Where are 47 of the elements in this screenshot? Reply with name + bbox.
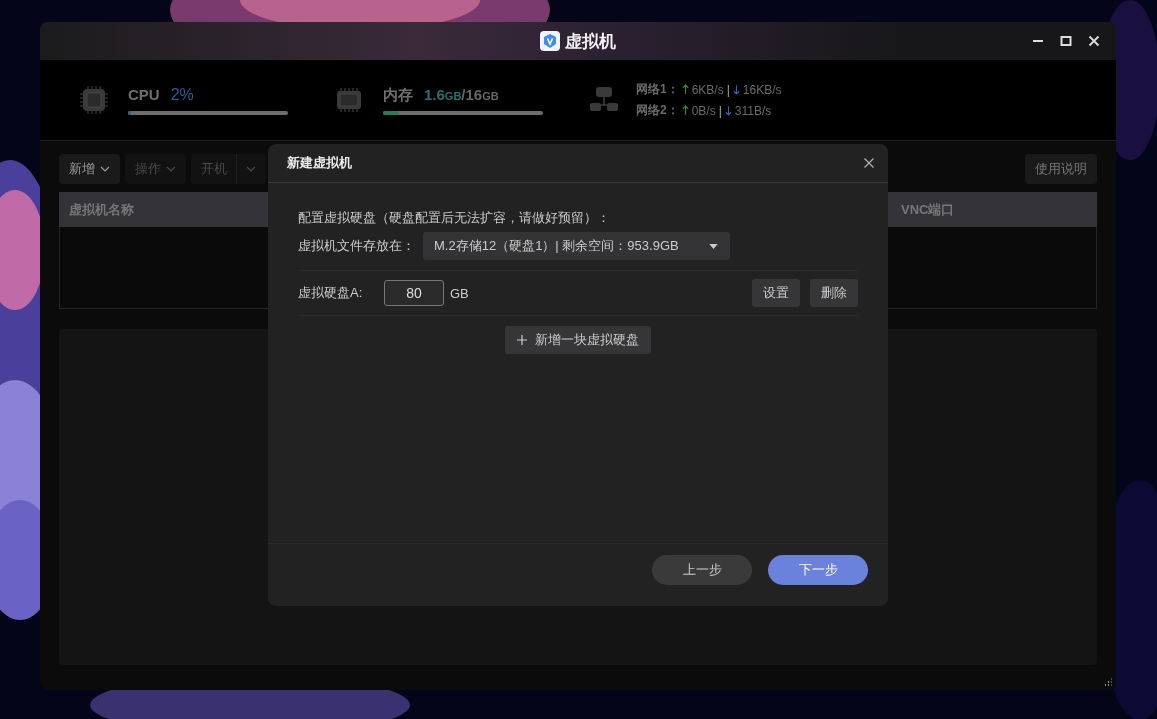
upload-rate: 6KB/s xyxy=(691,82,724,97)
disk-size-field[interactable]: 80 xyxy=(384,280,444,306)
download-arrow-icon xyxy=(732,84,740,95)
upload-arrow-icon xyxy=(681,84,689,95)
memory-slash: / xyxy=(461,85,466,103)
caret-icon xyxy=(100,166,110,172)
column-header: 虚拟机名称 xyxy=(68,200,134,219)
cpu-usage: 2% xyxy=(170,85,194,104)
dialog-title: 新建虚拟机 xyxy=(287,154,352,172)
plus-icon xyxy=(517,335,527,345)
storage-select[interactable]: M.2存储12（硬盘1）| 剩余空间：953.9GB xyxy=(423,232,730,260)
download-rate: 311B/s xyxy=(734,103,772,118)
cpu-chip-icon xyxy=(78,84,110,116)
help-button[interactable]: 使用说明 xyxy=(1025,154,1097,184)
memory-total-unit: GB xyxy=(482,89,499,102)
size-unit: GB xyxy=(450,285,469,301)
resize-grip-icon[interactable] xyxy=(1104,678,1112,686)
separator: | xyxy=(718,103,722,118)
cpu-label: CPU xyxy=(128,85,160,103)
disk-action-button[interactable]: 设置 xyxy=(752,279,800,307)
next-button[interactable]: 下一步 xyxy=(768,555,868,585)
memory-label: 内存 xyxy=(383,85,413,105)
caret-icon xyxy=(166,166,176,172)
disk-action-button[interactable]: 删除 xyxy=(810,279,858,307)
caret-icon xyxy=(246,166,256,172)
memory-used: 1.6 xyxy=(424,85,445,103)
memory-total: 16 xyxy=(465,85,483,103)
storage-label: 虚拟机文件存放在： xyxy=(298,237,415,255)
window-title: 虚拟机 xyxy=(565,30,616,53)
toolbar-button[interactable]: 新增 xyxy=(59,154,120,184)
dropdown-triangle-icon xyxy=(708,243,718,249)
upload-arrow-icon xyxy=(681,105,689,116)
section-label: 配置虚拟硬盘（硬盘配置后无法扩容，请做好预留）： xyxy=(298,209,611,227)
upload-rate: 0B/s xyxy=(691,103,716,118)
column-header: VNC端口 xyxy=(900,200,956,219)
memory-used-unit: GB xyxy=(444,89,462,102)
add-disk-button[interactable]: 新增一块虚拟硬盘 xyxy=(505,326,651,354)
maximize-icon[interactable] xyxy=(1060,35,1072,47)
back-button[interactable]: 上一步 xyxy=(652,555,752,585)
download-arrow-icon xyxy=(724,105,732,116)
network-label: 网络2： xyxy=(636,102,679,119)
download-rate: 16KB/s xyxy=(742,82,782,97)
shield-logo-icon xyxy=(540,31,560,51)
close-icon[interactable] xyxy=(863,157,875,169)
separator: | xyxy=(726,82,730,97)
disk-label: 虚拟硬盘A: xyxy=(298,284,364,302)
network-label: 网络1： xyxy=(636,81,679,98)
